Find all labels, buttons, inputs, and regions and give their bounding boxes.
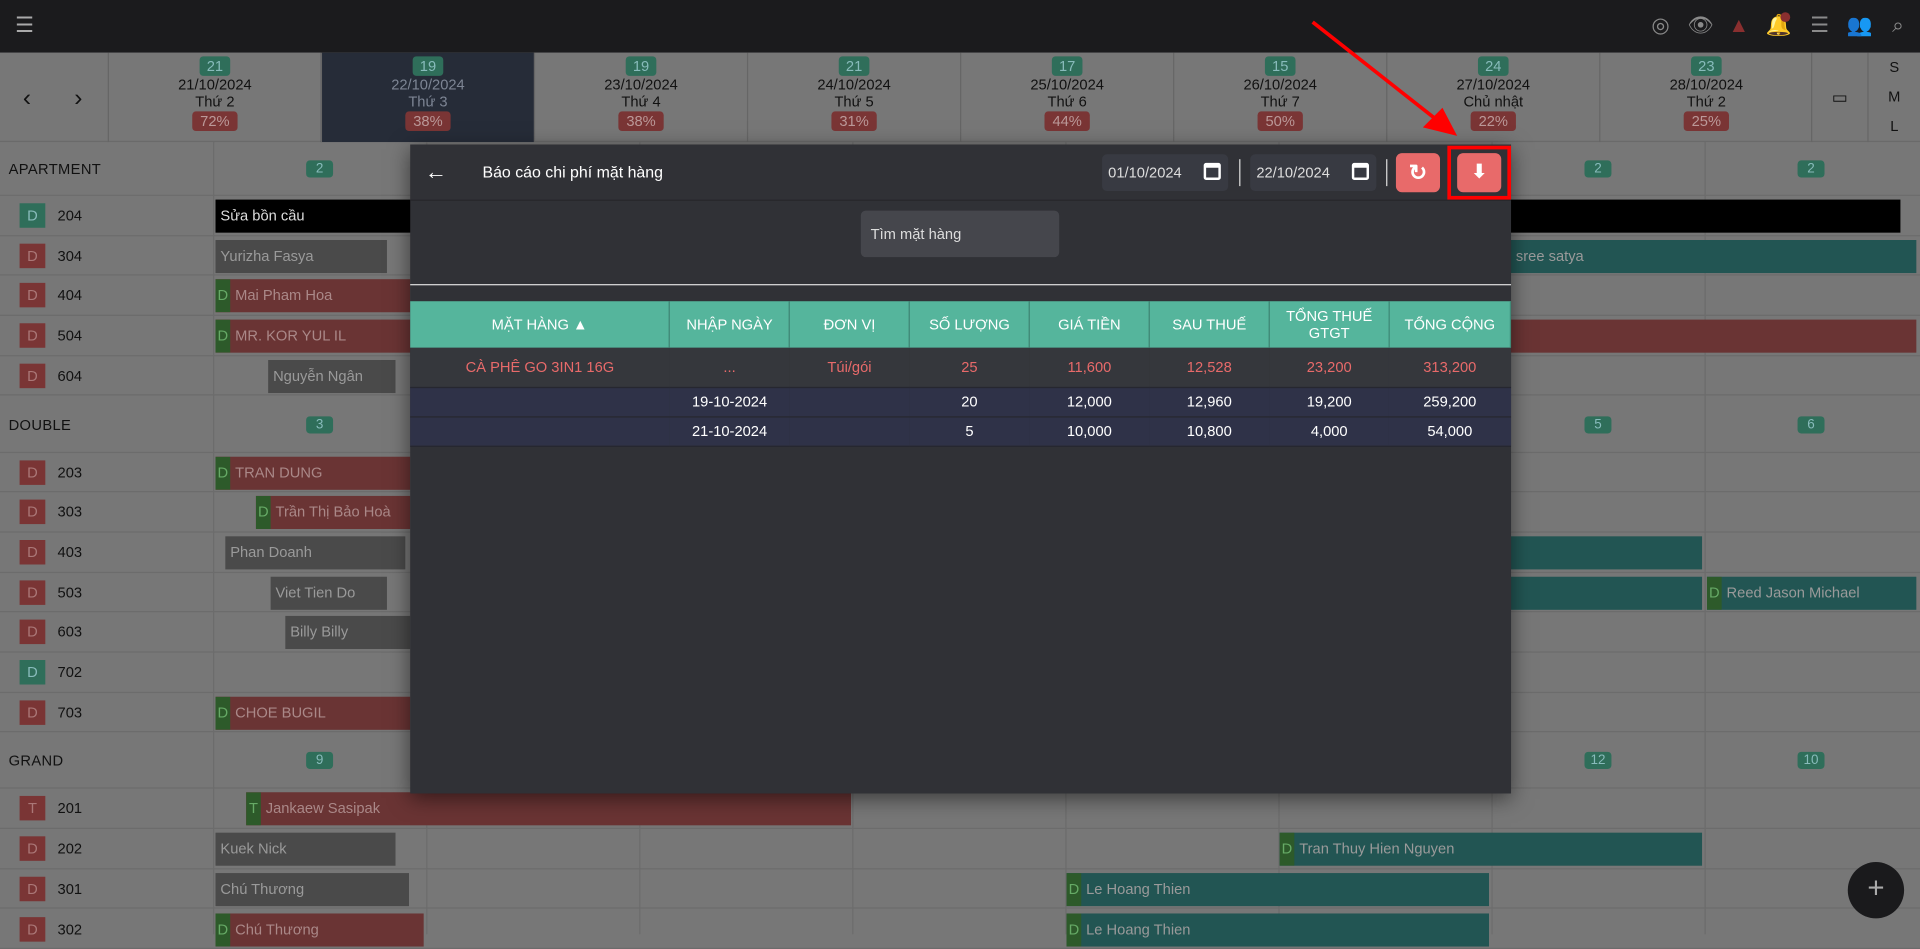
annotation-arrow: [1311, 20, 1458, 136]
add-fab-button[interactable]: +: [1847, 862, 1905, 919]
app: ☰ ◎ 👁 ▲ 🔔 ☰ 👥 ⌕ ‹ › 21 21/10/2024 Thứ 2 72%…: [0, 0, 1920, 949]
